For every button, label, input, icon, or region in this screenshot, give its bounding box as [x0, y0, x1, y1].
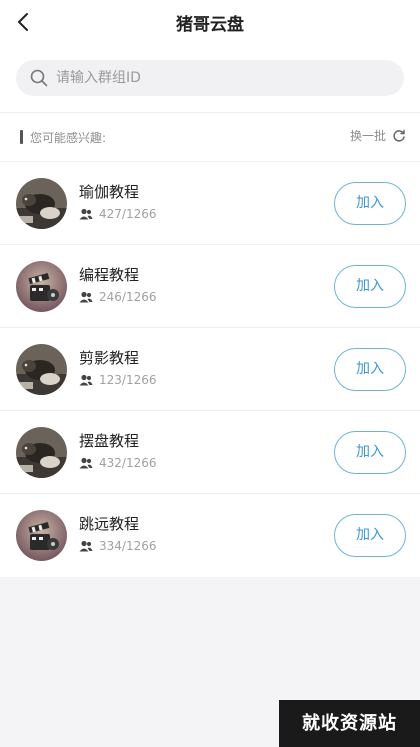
member-count: 246/1266 — [79, 290, 157, 304]
join-button[interactable]: 加入 — [334, 182, 406, 225]
members-icon — [79, 208, 93, 220]
watermark-badge: 就收资源站 — [279, 700, 420, 747]
search-area — [0, 44, 420, 112]
group-name: 编程教程 — [79, 266, 140, 284]
group-name: 剪影教程 — [79, 349, 140, 367]
members-icon — [79, 540, 93, 552]
refresh-icon — [393, 129, 405, 142]
member-count: 123/1266 — [79, 373, 157, 387]
member-count-text: 246/1266 — [99, 290, 157, 304]
member-count-text: 427/1266 — [99, 207, 157, 221]
member-count: 334/1266 — [79, 539, 157, 553]
avatar — [16, 510, 67, 561]
member-count-text: 432/1266 — [99, 456, 157, 470]
group-name: 摆盘教程 — [79, 432, 140, 450]
members-icon — [79, 457, 93, 469]
join-button[interactable]: 加入 — [334, 431, 406, 474]
avatar — [16, 427, 67, 478]
search-icon — [30, 69, 48, 87]
join-button[interactable]: 加入 — [334, 514, 406, 557]
avatar — [16, 261, 67, 312]
member-count: 427/1266 — [79, 207, 157, 221]
section-marker — [20, 130, 23, 144]
member-count-text: 123/1266 — [99, 373, 157, 387]
list-item[interactable]: 编程教程 246/1266 加入 — [0, 245, 420, 328]
avatar — [16, 344, 67, 395]
refresh-label: 换一批 — [349, 129, 386, 143]
members-icon — [79, 374, 93, 386]
page-title: 猪哥云盘 — [176, 15, 244, 35]
group-id-search-input[interactable] — [56, 60, 386, 96]
search-box[interactable] — [16, 60, 404, 96]
list-item[interactable]: 摆盘教程 432/1266 加入 — [0, 411, 420, 494]
join-button[interactable]: 加入 — [334, 348, 406, 391]
section-label: 您可能感兴趣: — [30, 131, 107, 145]
film-clapper-icon — [16, 510, 67, 561]
avatar — [16, 178, 67, 229]
rat-photo-icon — [16, 344, 67, 395]
members-icon — [79, 291, 93, 303]
refresh-batch-button[interactable]: 换一批 — [350, 127, 406, 144]
member-count: 432/1266 — [79, 456, 157, 470]
list-item[interactable]: 跳远教程 334/1266 加入 — [0, 494, 420, 577]
rat-photo-icon — [16, 427, 67, 478]
group-name: 瑜伽教程 — [79, 183, 140, 201]
join-button[interactable]: 加入 — [334, 265, 406, 308]
group-name: 跳远教程 — [79, 515, 140, 533]
list-item[interactable]: 剪影教程 123/1266 加入 — [0, 328, 420, 411]
top-bar: 猪哥云盘 — [0, 0, 420, 44]
list-item[interactable]: 瑜伽教程 427/1266 加入 — [0, 162, 420, 245]
rat-photo-icon — [16, 178, 67, 229]
film-clapper-icon — [16, 261, 67, 312]
suggestions-header: 您可能感兴趣: 换一批 — [0, 112, 420, 162]
group-list: 瑜伽教程 427/1266 加入 编程教程 246/1266 加入 剪影教程 1… — [0, 162, 420, 577]
member-count-text: 334/1266 — [99, 539, 157, 553]
